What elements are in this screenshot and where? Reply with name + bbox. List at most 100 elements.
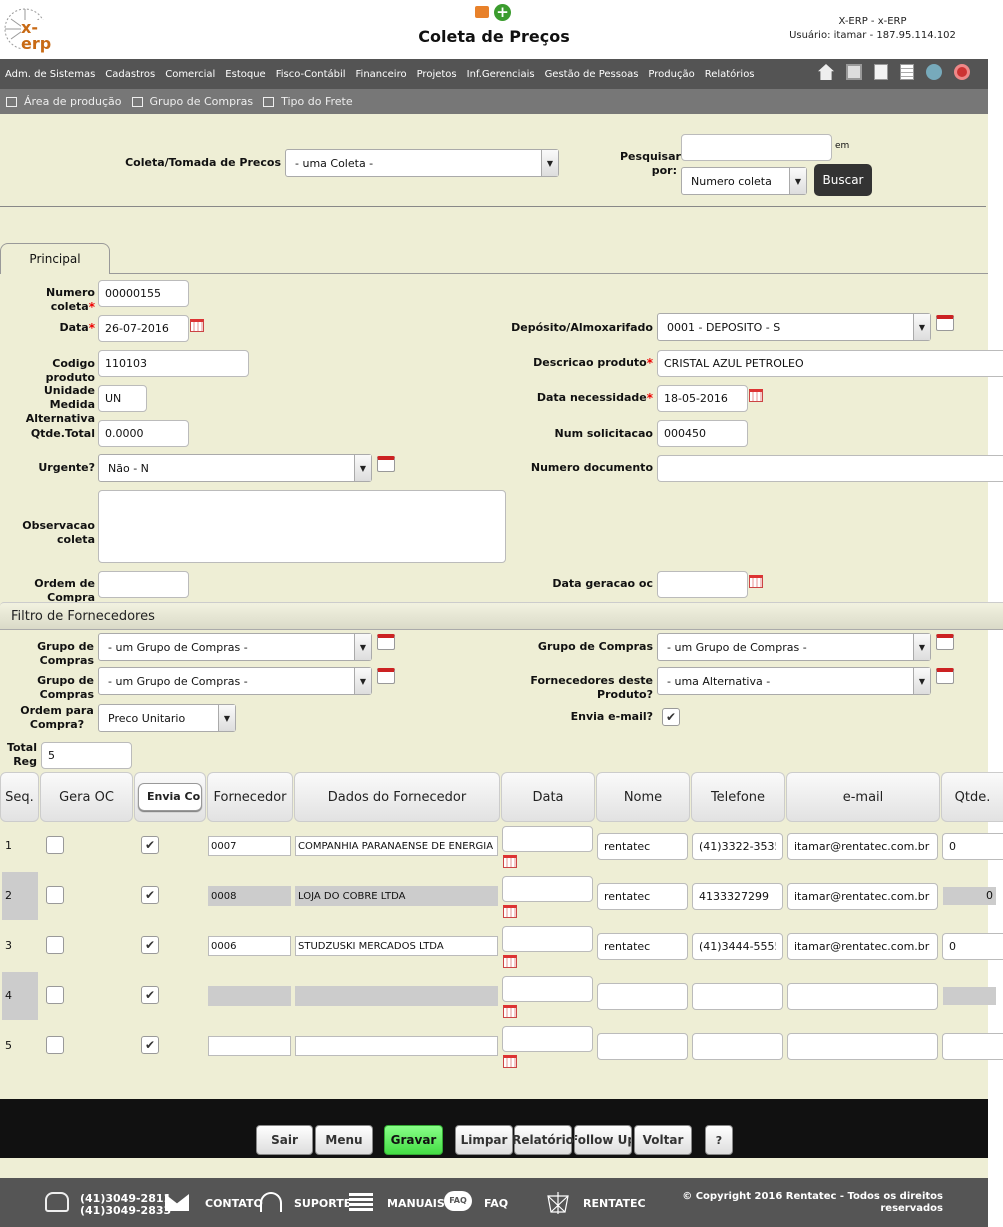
menu-estoque[interactable]: Estoque bbox=[225, 69, 265, 80]
row-qtde-input[interactable] bbox=[942, 933, 1003, 960]
fornecedores-lookup-icon[interactable] bbox=[936, 668, 954, 684]
row-data-input[interactable] bbox=[502, 1026, 593, 1052]
gera-oc-checkbox[interactable] bbox=[46, 886, 64, 904]
row-nome-input[interactable] bbox=[597, 833, 688, 860]
fornecedor-code-input[interactable] bbox=[208, 886, 291, 906]
fornecedor-code-input[interactable] bbox=[208, 836, 291, 856]
coleta-select[interactable]: - uma Coleta - ▼ bbox=[285, 149, 559, 177]
buscar-button[interactable]: Buscar bbox=[814, 164, 872, 196]
help-button[interactable]: ? bbox=[705, 1125, 733, 1155]
menu-button[interactable]: Menu bbox=[315, 1125, 373, 1155]
num-solicitacao-input[interactable] bbox=[657, 420, 748, 447]
footer-rentatec[interactable]: RENTATEC bbox=[583, 1197, 646, 1210]
urgente-select[interactable]: Não - N ▼ bbox=[98, 454, 372, 482]
calendar-icon[interactable] bbox=[503, 1005, 517, 1018]
row-nome-input[interactable] bbox=[597, 983, 688, 1010]
row-email-input[interactable] bbox=[787, 1033, 938, 1060]
gera-oc-checkbox[interactable] bbox=[46, 836, 64, 854]
grupo2-lookup-icon[interactable] bbox=[936, 634, 954, 650]
row-telefone-input[interactable] bbox=[692, 983, 783, 1010]
document-icon[interactable] bbox=[874, 64, 888, 80]
ordem-compra-input[interactable] bbox=[98, 571, 189, 598]
calendar-icon[interactable] bbox=[749, 389, 763, 402]
gera-oc-checkbox[interactable] bbox=[46, 1036, 64, 1054]
grupo1-lookup-icon[interactable] bbox=[377, 634, 395, 650]
fornecedores-produto-select[interactable]: - uma Alternativa - ▼ bbox=[657, 667, 931, 695]
gera-oc-checkbox[interactable] bbox=[46, 986, 64, 1004]
search-input[interactable] bbox=[681, 134, 832, 161]
menu-cadastros[interactable]: Cadastros bbox=[105, 69, 155, 80]
envia-coleta-checkbox[interactable]: ✔ bbox=[141, 886, 159, 904]
envia-coleta-checkbox[interactable]: ✔ bbox=[141, 936, 159, 954]
notes-icon[interactable] bbox=[900, 64, 914, 80]
power-icon[interactable] bbox=[954, 64, 970, 80]
menu-relatorios[interactable]: Relatórios bbox=[705, 69, 755, 80]
total-reg-input[interactable] bbox=[41, 742, 132, 769]
envia-coleta-checkbox[interactable]: ✔ bbox=[141, 836, 159, 854]
ordem-para-compra-select[interactable]: Preco Unitario ▼ bbox=[98, 704, 236, 732]
calendar-icon[interactable] bbox=[503, 1055, 517, 1068]
limpar-button[interactable]: Limpar bbox=[455, 1125, 513, 1155]
calendar-icon[interactable] bbox=[503, 855, 517, 868]
data-geracao-input[interactable] bbox=[657, 571, 748, 598]
submenu-grupo-compras[interactable]: Grupo de Compras bbox=[131, 95, 253, 108]
grupo3-select[interactable]: - um Grupo de Compras - ▼ bbox=[98, 667, 372, 695]
menu-adm[interactable]: Adm. de Sistemas bbox=[5, 69, 95, 80]
calendar-icon[interactable] bbox=[503, 955, 517, 968]
footer-contato[interactable]: CONTATO bbox=[205, 1197, 263, 1210]
row-data-input[interactable] bbox=[502, 976, 593, 1002]
fornecedor-code-input[interactable] bbox=[208, 986, 291, 1006]
menu-fisco[interactable]: Fisco-Contábil bbox=[276, 69, 346, 80]
row-qtde-input[interactable] bbox=[942, 833, 1003, 860]
header-add-icon[interactable]: + bbox=[475, 4, 513, 22]
deposito-select[interactable]: 0001 - DEPOSITO - S ▼ bbox=[657, 313, 931, 341]
grupo3-lookup-icon[interactable] bbox=[377, 668, 395, 684]
row-email-input[interactable] bbox=[787, 833, 938, 860]
voltar-button[interactable]: Voltar bbox=[634, 1125, 692, 1155]
qtde-total-input[interactable] bbox=[98, 420, 189, 447]
deposito-lookup-icon[interactable] bbox=[936, 315, 954, 331]
submenu-tipo-frete[interactable]: Tipo do Frete bbox=[263, 95, 353, 108]
gera-oc-checkbox[interactable] bbox=[46, 936, 64, 954]
submenu-area-producao[interactable]: Área de produção bbox=[6, 95, 122, 108]
unidade-input[interactable] bbox=[98, 385, 147, 412]
calendar-icon[interactable] bbox=[749, 575, 763, 588]
row-telefone-input[interactable] bbox=[692, 883, 783, 910]
codigo-produto-input[interactable] bbox=[98, 350, 249, 377]
row-email-input[interactable] bbox=[787, 933, 938, 960]
numero-coleta-input[interactable] bbox=[98, 280, 189, 307]
help-icon[interactable] bbox=[926, 64, 942, 80]
fornecedor-code-input[interactable] bbox=[208, 936, 291, 956]
row-nome-input[interactable] bbox=[597, 883, 688, 910]
envia-email-checkbox[interactable]: ✔ bbox=[662, 708, 680, 726]
envia-coleta-checkbox[interactable]: ✔ bbox=[141, 986, 159, 1004]
row-telefone-input[interactable] bbox=[692, 1033, 783, 1060]
tab-principal[interactable]: Principal bbox=[0, 243, 110, 274]
relatorio-button[interactable]: Relatório bbox=[512, 1125, 574, 1155]
calendar-icon[interactable] bbox=[503, 905, 517, 918]
row-telefone-input[interactable] bbox=[692, 833, 783, 860]
data-input[interactable] bbox=[98, 315, 189, 342]
fornecedor-dados-input[interactable] bbox=[295, 986, 498, 1006]
row-data-input[interactable] bbox=[502, 876, 593, 902]
urgente-lookup-icon[interactable] bbox=[377, 456, 395, 472]
menu-financeiro[interactable]: Financeiro bbox=[356, 69, 407, 80]
envia-coleta-checkbox[interactable]: ✔ bbox=[141, 1036, 159, 1054]
menu-projetos[interactable]: Projetos bbox=[417, 69, 457, 80]
row-telefone-input[interactable] bbox=[692, 933, 783, 960]
row-email-input[interactable] bbox=[787, 883, 938, 910]
home-icon[interactable] bbox=[818, 64, 834, 80]
menu-producao[interactable]: Produção bbox=[648, 69, 694, 80]
footer-suporte[interactable]: SUPORTE bbox=[294, 1197, 351, 1210]
follow-up-button[interactable]: Follow Up bbox=[574, 1125, 632, 1155]
fornecedor-dados-input[interactable] bbox=[295, 836, 498, 856]
grupo1-select[interactable]: - um Grupo de Compras - ▼ bbox=[98, 633, 372, 661]
menu-comercial[interactable]: Comercial bbox=[165, 69, 215, 80]
print-icon[interactable] bbox=[846, 64, 862, 80]
row-nome-input[interactable] bbox=[597, 1033, 688, 1060]
fornecedor-dados-input[interactable] bbox=[295, 886, 498, 906]
fornecedor-dados-input[interactable] bbox=[295, 936, 498, 956]
descricao-input[interactable] bbox=[657, 350, 1003, 377]
calendar-icon[interactable] bbox=[190, 319, 204, 332]
envia-coleta-header-button[interactable]: Envia Cole bbox=[138, 783, 202, 811]
